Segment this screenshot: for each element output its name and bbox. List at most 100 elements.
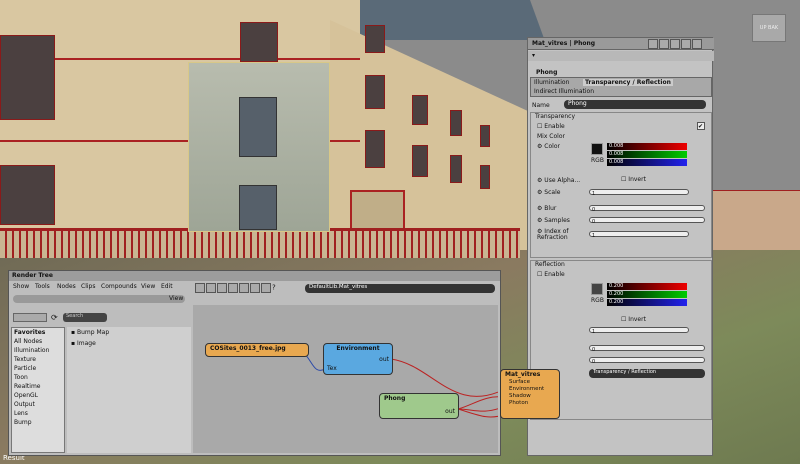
preset-item[interactable]: ▪ Image xyxy=(67,338,191,349)
refl-samples-slider[interactable]: 0 xyxy=(589,357,705,365)
refl-red-channel-slider[interactable]: 0.200 xyxy=(607,283,687,290)
window xyxy=(480,125,490,147)
phong-node[interactable]: Phong out xyxy=(379,393,459,419)
path-dropdown[interactable]: DefaultLib.Mat_vitres xyxy=(305,284,495,293)
blur-slider[interactable]: 0 xyxy=(589,205,705,213)
menu-tools[interactable]: Tools xyxy=(35,283,50,290)
help-icon[interactable] xyxy=(670,39,680,49)
texture-projection-preview[interactable] xyxy=(188,62,330,232)
refl-invert-label: Invert xyxy=(628,316,646,323)
refl-blue-channel-slider[interactable]: 0.200 xyxy=(607,299,687,306)
window xyxy=(365,130,385,168)
refl-blur-slider[interactable]: 0 xyxy=(589,345,705,353)
refresh-icon[interactable] xyxy=(217,283,227,293)
refl-blur-value: 0 xyxy=(592,347,596,353)
enable-checkbox[interactable]: ☐ Enable xyxy=(537,123,565,130)
category-item[interactable]: Bump xyxy=(12,418,64,427)
samples-value: 0 xyxy=(592,219,596,225)
mode-dropdown[interactable]: Transparency / Reflection xyxy=(589,369,705,378)
menu-show[interactable]: Show xyxy=(13,283,29,290)
image-node[interactable]: COSites_0013_free.jpg xyxy=(205,343,309,357)
color-swatch[interactable] xyxy=(591,143,603,155)
category-item[interactable]: Realtime xyxy=(12,382,64,391)
env-tex-port[interactable]: Tex xyxy=(327,365,337,372)
red-channel-slider[interactable]: 0.008 xyxy=(607,143,687,150)
window xyxy=(450,155,462,183)
sphere-icon[interactable] xyxy=(228,283,238,293)
scale-row: ⚙ Scale xyxy=(537,189,561,196)
list-options-button[interactable] xyxy=(13,313,47,322)
invert-checkbox[interactable]: ☐ Invert xyxy=(621,176,646,183)
category-item[interactable]: Illumination xyxy=(12,346,64,355)
blur-row: ⚙ Blur xyxy=(537,205,557,212)
menu-view[interactable]: View xyxy=(141,283,155,290)
search-input[interactable]: Search xyxy=(63,313,107,322)
region-icon[interactable] xyxy=(206,283,216,293)
close-icon[interactable] xyxy=(692,39,702,49)
tab-indirect-illumination[interactable]: Indirect Illumination xyxy=(534,88,594,95)
category-item[interactable]: OpenGL xyxy=(12,391,64,400)
menu-nodes[interactable]: Nodes xyxy=(57,283,76,290)
category-item[interactable]: Toon xyxy=(12,373,64,382)
tab-illumination[interactable]: Illumination xyxy=(534,79,569,86)
category-item[interactable]: All Nodes xyxy=(12,337,64,346)
preset-filter-field[interactable] xyxy=(13,295,185,303)
render-tree-title: Render Tree xyxy=(12,272,53,279)
node-graph-area[interactable]: COSites_0013_free.jpg Environment out Te… xyxy=(193,305,498,453)
color-channels: 0.008 0.008 0.008 xyxy=(607,143,687,167)
refl-samples-value: 0 xyxy=(592,359,596,365)
transparency-group: Transparency ☐ Enable ✔ Mix Color ⚙ Colo… xyxy=(530,112,712,258)
photon-port[interactable]: Photon xyxy=(501,400,559,407)
phong-out-port[interactable]: out xyxy=(445,408,455,415)
help-icon[interactable]: ? xyxy=(272,284,276,292)
blue-channel-slider[interactable]: 0.008 xyxy=(607,159,687,166)
distant-wall xyxy=(712,190,800,250)
category-item[interactable]: Particle xyxy=(12,364,64,373)
preset-item[interactable]: ▪ Bump Map xyxy=(67,327,191,338)
name-field[interactable]: Phong xyxy=(564,100,706,109)
menu-compounds[interactable]: Compounds xyxy=(101,283,137,290)
category-item[interactable]: Favorites xyxy=(12,328,64,337)
env-out-port[interactable]: out xyxy=(379,356,389,363)
surface-port[interactable]: Surface xyxy=(501,379,559,386)
transparency-section-label: Transparency xyxy=(535,113,576,120)
refl-scale-value: 1 xyxy=(592,329,596,335)
blur-value: 0 xyxy=(592,207,596,213)
category-item[interactable]: Texture xyxy=(12,355,64,364)
refl-color-swatch[interactable] xyxy=(591,283,603,295)
menu-clips[interactable]: Clips xyxy=(81,283,95,290)
preset-icon[interactable] xyxy=(681,39,691,49)
environment-node[interactable]: Environment out Tex xyxy=(323,343,393,375)
mix-color-label: Mix Color xyxy=(537,133,565,140)
refl-rgb-label: RGB xyxy=(591,297,604,304)
search-icon[interactable]: ⟳ xyxy=(51,313,58,322)
shadow-port[interactable]: Shadow xyxy=(501,393,559,400)
refresh-icon[interactable] xyxy=(659,39,669,49)
green-channel-slider[interactable]: 0.008 xyxy=(607,151,687,158)
refl-enable-checkbox[interactable]: ☐ Enable xyxy=(537,271,565,278)
lock-icon[interactable] xyxy=(648,39,658,49)
material-node-title: Mat_vitres xyxy=(505,371,541,378)
samples-slider[interactable]: 0 xyxy=(589,217,705,225)
view-cube-icon[interactable]: UP BAK xyxy=(752,14,786,42)
material-icon[interactable] xyxy=(261,283,271,293)
material-node[interactable]: Mat_vitres Surface Environment Shadow Ph… xyxy=(500,369,560,419)
enable-label: Enable xyxy=(544,123,565,130)
ior-slider[interactable]: 1 xyxy=(589,231,689,239)
environment-port[interactable]: Environment xyxy=(501,386,559,393)
scale-value: 1 xyxy=(592,191,596,197)
refl-scale-slider[interactable]: 1 xyxy=(589,327,689,335)
globe-icon[interactable] xyxy=(239,283,249,293)
panel-toolbar xyxy=(648,39,703,49)
tab-transparency-reflection[interactable]: Transparency / Reflection xyxy=(583,79,673,86)
back-arrow-icon[interactable] xyxy=(250,283,260,293)
memo-icon[interactable] xyxy=(195,283,205,293)
refl-invert-checkbox[interactable]: ☐ Invert xyxy=(621,316,646,323)
panel-menu-icon[interactable]: ▾ xyxy=(532,52,535,59)
menu-edit[interactable]: Edit xyxy=(161,283,173,290)
category-item[interactable]: Output xyxy=(12,400,64,409)
enable-toggle-icon[interactable]: ✔ xyxy=(697,122,705,130)
scale-slider[interactable]: 1 xyxy=(589,189,689,197)
refl-green-channel-slider[interactable]: 0.200 xyxy=(607,291,687,298)
category-item[interactable]: Lens xyxy=(12,409,64,418)
